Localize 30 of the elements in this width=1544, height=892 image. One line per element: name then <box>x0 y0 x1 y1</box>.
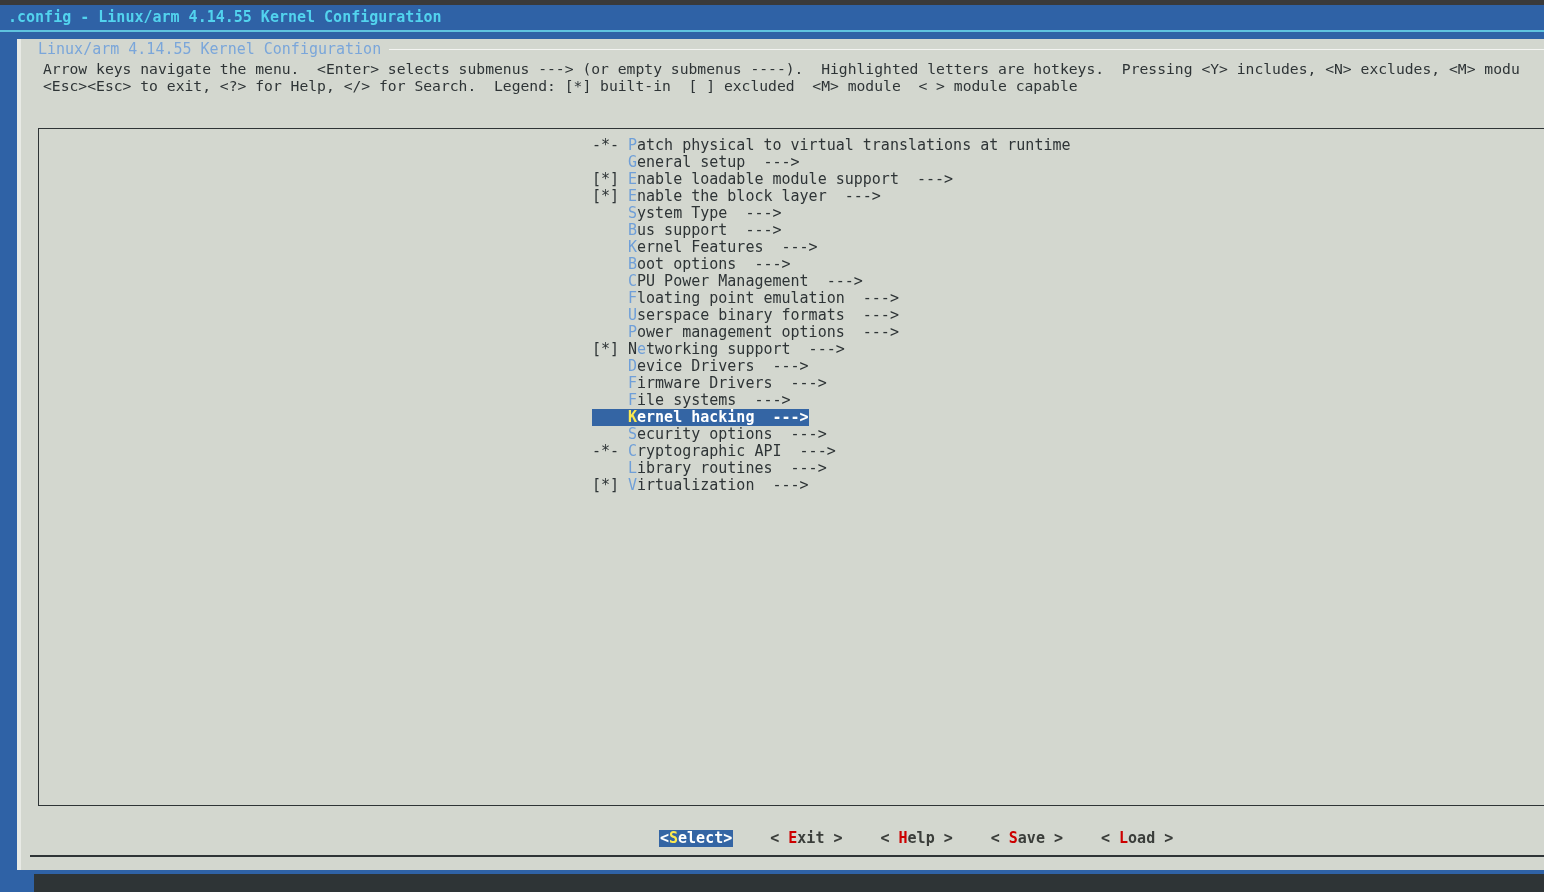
menu-item[interactable]: -*- Cryptographic API ---> <box>592 443 836 460</box>
dialog-button[interactable]: < Exit > <box>769 830 844 847</box>
dialog-button[interactable]: < Load > <box>1100 830 1175 847</box>
menu-item[interactable]: Bus support ---> <box>592 222 808 239</box>
menu-item[interactable]: [*] Networking support ---> <box>592 341 845 358</box>
menu-item[interactable]: Power management options ---> <box>592 324 899 341</box>
menu-item[interactable]: Floating point emulation ---> <box>592 290 899 307</box>
menu-item[interactable]: [*] Enable the block layer ---> <box>592 188 881 205</box>
dialog-button[interactable]: <Select> <box>659 830 734 847</box>
menu-item[interactable]: -*- Patch physical to virtual translations at runtime <box>592 137 1071 154</box>
menu-item[interactable]: [*] Enable loadable module support ---> <box>592 171 954 188</box>
window-title: .config - Linux/arm 4.14.55 Kernel Configuration <box>8 9 442 26</box>
menu-item[interactable]: System Type ---> <box>592 205 808 222</box>
dialog-button[interactable]: < Help > <box>879 830 954 847</box>
help-text: <Esc><Esc> to exit, <?> for Help, </> for Search. Legend: [*] built-in [ ] excluded <M> module < > module capable <box>43 77 1078 94</box>
menu-item[interactable]: Kernel Features ---> <box>592 239 818 256</box>
menu-item[interactable]: Kernel hacking ---> <box>592 409 809 426</box>
help-text: Arrow keys navigate the menu. <Enter> selects submenus ---> (or empty submenus ----). Highlighted letters are hotkeys. Pressing <Y> includes, <N> excludes, <M> modu <box>43 60 1520 77</box>
menu-item[interactable]: Device Drivers ---> <box>592 358 809 375</box>
menu-item[interactable]: File systems ---> <box>592 392 808 409</box>
menu-item[interactable]: General setup ---> <box>592 154 808 171</box>
menu-item[interactable]: [*] Virtualization ---> <box>592 477 809 494</box>
dialog-title: Linux/arm 4.14.55 Kernel Configuration <box>37 41 383 58</box>
dialog-button[interactable]: < Save > <box>989 830 1064 847</box>
menu-item[interactable]: Library routines ---> <box>592 460 827 477</box>
menu-item[interactable]: Firmware Drivers ---> <box>592 375 827 392</box>
menu-item[interactable]: Userspace binary formats ---> <box>592 307 899 324</box>
menu-item[interactable]: Boot options ---> <box>592 256 808 273</box>
menu-item[interactable]: Security options ---> <box>592 426 827 443</box>
menu-item[interactable]: CPU Power Management ---> <box>592 273 863 290</box>
